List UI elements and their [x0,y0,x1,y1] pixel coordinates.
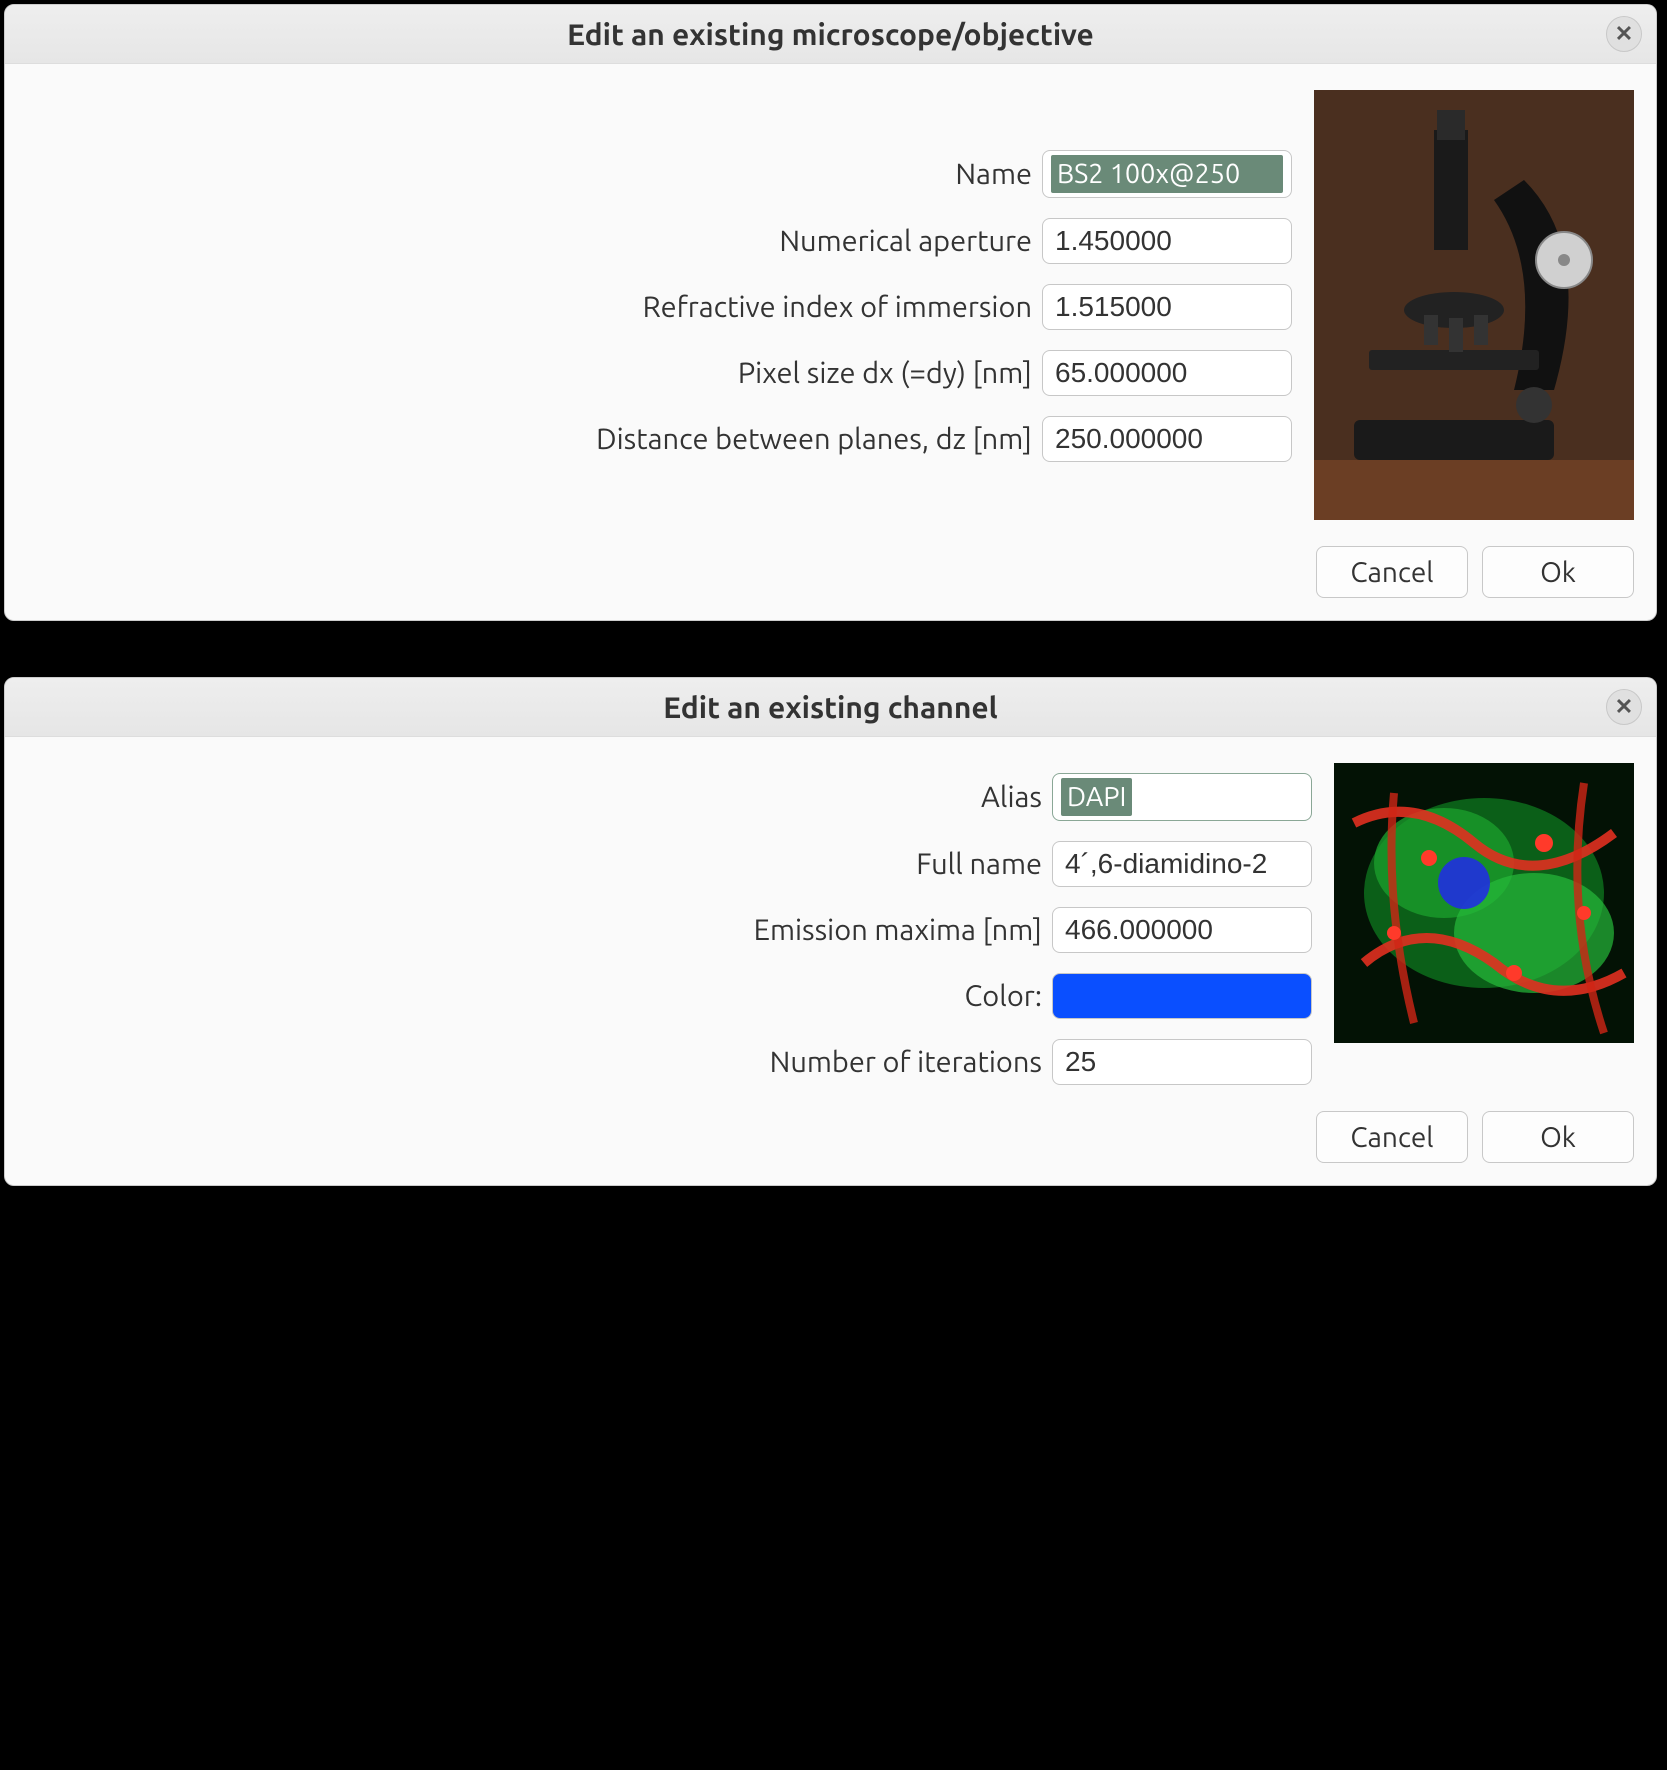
dialog-footer: Cancel Ok [27,1111,1634,1163]
refractive-index-label: Refractive index of immersion [596,291,1032,323]
ok-button[interactable]: Ok [1482,546,1634,598]
fluorescence-thumbnail [1334,763,1634,1043]
pixel-size-label: Pixel size dx (=dy) [nm] [596,357,1032,389]
channel-form: Alias DAPI Full name Emission maxima [nm… [27,763,1312,1085]
pixel-size-input[interactable] [1042,350,1292,396]
microscope-thumbnail [1314,90,1634,520]
iterations-label: Number of iterations [754,1046,1042,1078]
alias-value-selected: DAPI [1061,778,1132,816]
dialog-body: Alias DAPI Full name Emission maxima [nm… [5,737,1656,1185]
titlebar: Edit an existing channel ✕ [5,678,1656,737]
emission-input[interactable] [1052,907,1312,953]
name-value-selected: BS2 100x@250 [1051,155,1283,193]
color-label: Color: [754,980,1042,1012]
titlebar: Edit an existing microscope/objective ✕ [5,5,1656,64]
close-icon: ✕ [1615,694,1633,720]
cancel-button[interactable]: Cancel [1316,546,1468,598]
edit-channel-dialog: Edit an existing channel ✕ Alias DAPI Fu… [4,677,1657,1186]
close-icon: ✕ [1615,21,1633,47]
dz-label: Distance between planes, dz [nm] [596,423,1032,455]
color-input[interactable] [1052,973,1312,1019]
cancel-label: Cancel [1350,1122,1433,1153]
ok-button[interactable]: Ok [1482,1111,1634,1163]
iterations-input[interactable] [1052,1039,1312,1085]
dialog-footer: Cancel Ok [27,546,1634,598]
fluorescence-cells-icon [1334,763,1634,1043]
cancel-label: Cancel [1350,557,1433,588]
numerical-aperture-label: Numerical aperture [596,225,1032,257]
close-button[interactable]: ✕ [1606,16,1642,52]
microscope-icon [1314,90,1634,520]
emission-label: Emission maxima [nm] [754,914,1042,946]
fullname-label: Full name [754,848,1042,880]
cancel-button[interactable]: Cancel [1316,1111,1468,1163]
dialog-title: Edit an existing microscope/objective [567,17,1094,51]
dz-input[interactable] [1042,416,1292,462]
microscope-form: Name BS2 100x@250 Numerical aperture Ref… [27,90,1292,462]
edit-microscope-dialog: Edit an existing microscope/objective ✕ … [4,4,1657,621]
dialog-title: Edit an existing channel [663,690,998,724]
dialog-body: Name BS2 100x@250 Numerical aperture Ref… [5,64,1656,620]
name-input[interactable]: BS2 100x@250 [1042,150,1292,198]
fullname-input[interactable] [1052,841,1312,887]
ok-label: Ok [1540,1122,1576,1153]
alias-input[interactable]: DAPI [1052,773,1312,821]
alias-label: Alias [754,781,1042,813]
close-button[interactable]: ✕ [1606,689,1642,725]
refractive-index-input[interactable] [1042,284,1292,330]
ok-label: Ok [1540,557,1576,588]
numerical-aperture-input[interactable] [1042,218,1292,264]
name-label: Name [596,158,1032,190]
